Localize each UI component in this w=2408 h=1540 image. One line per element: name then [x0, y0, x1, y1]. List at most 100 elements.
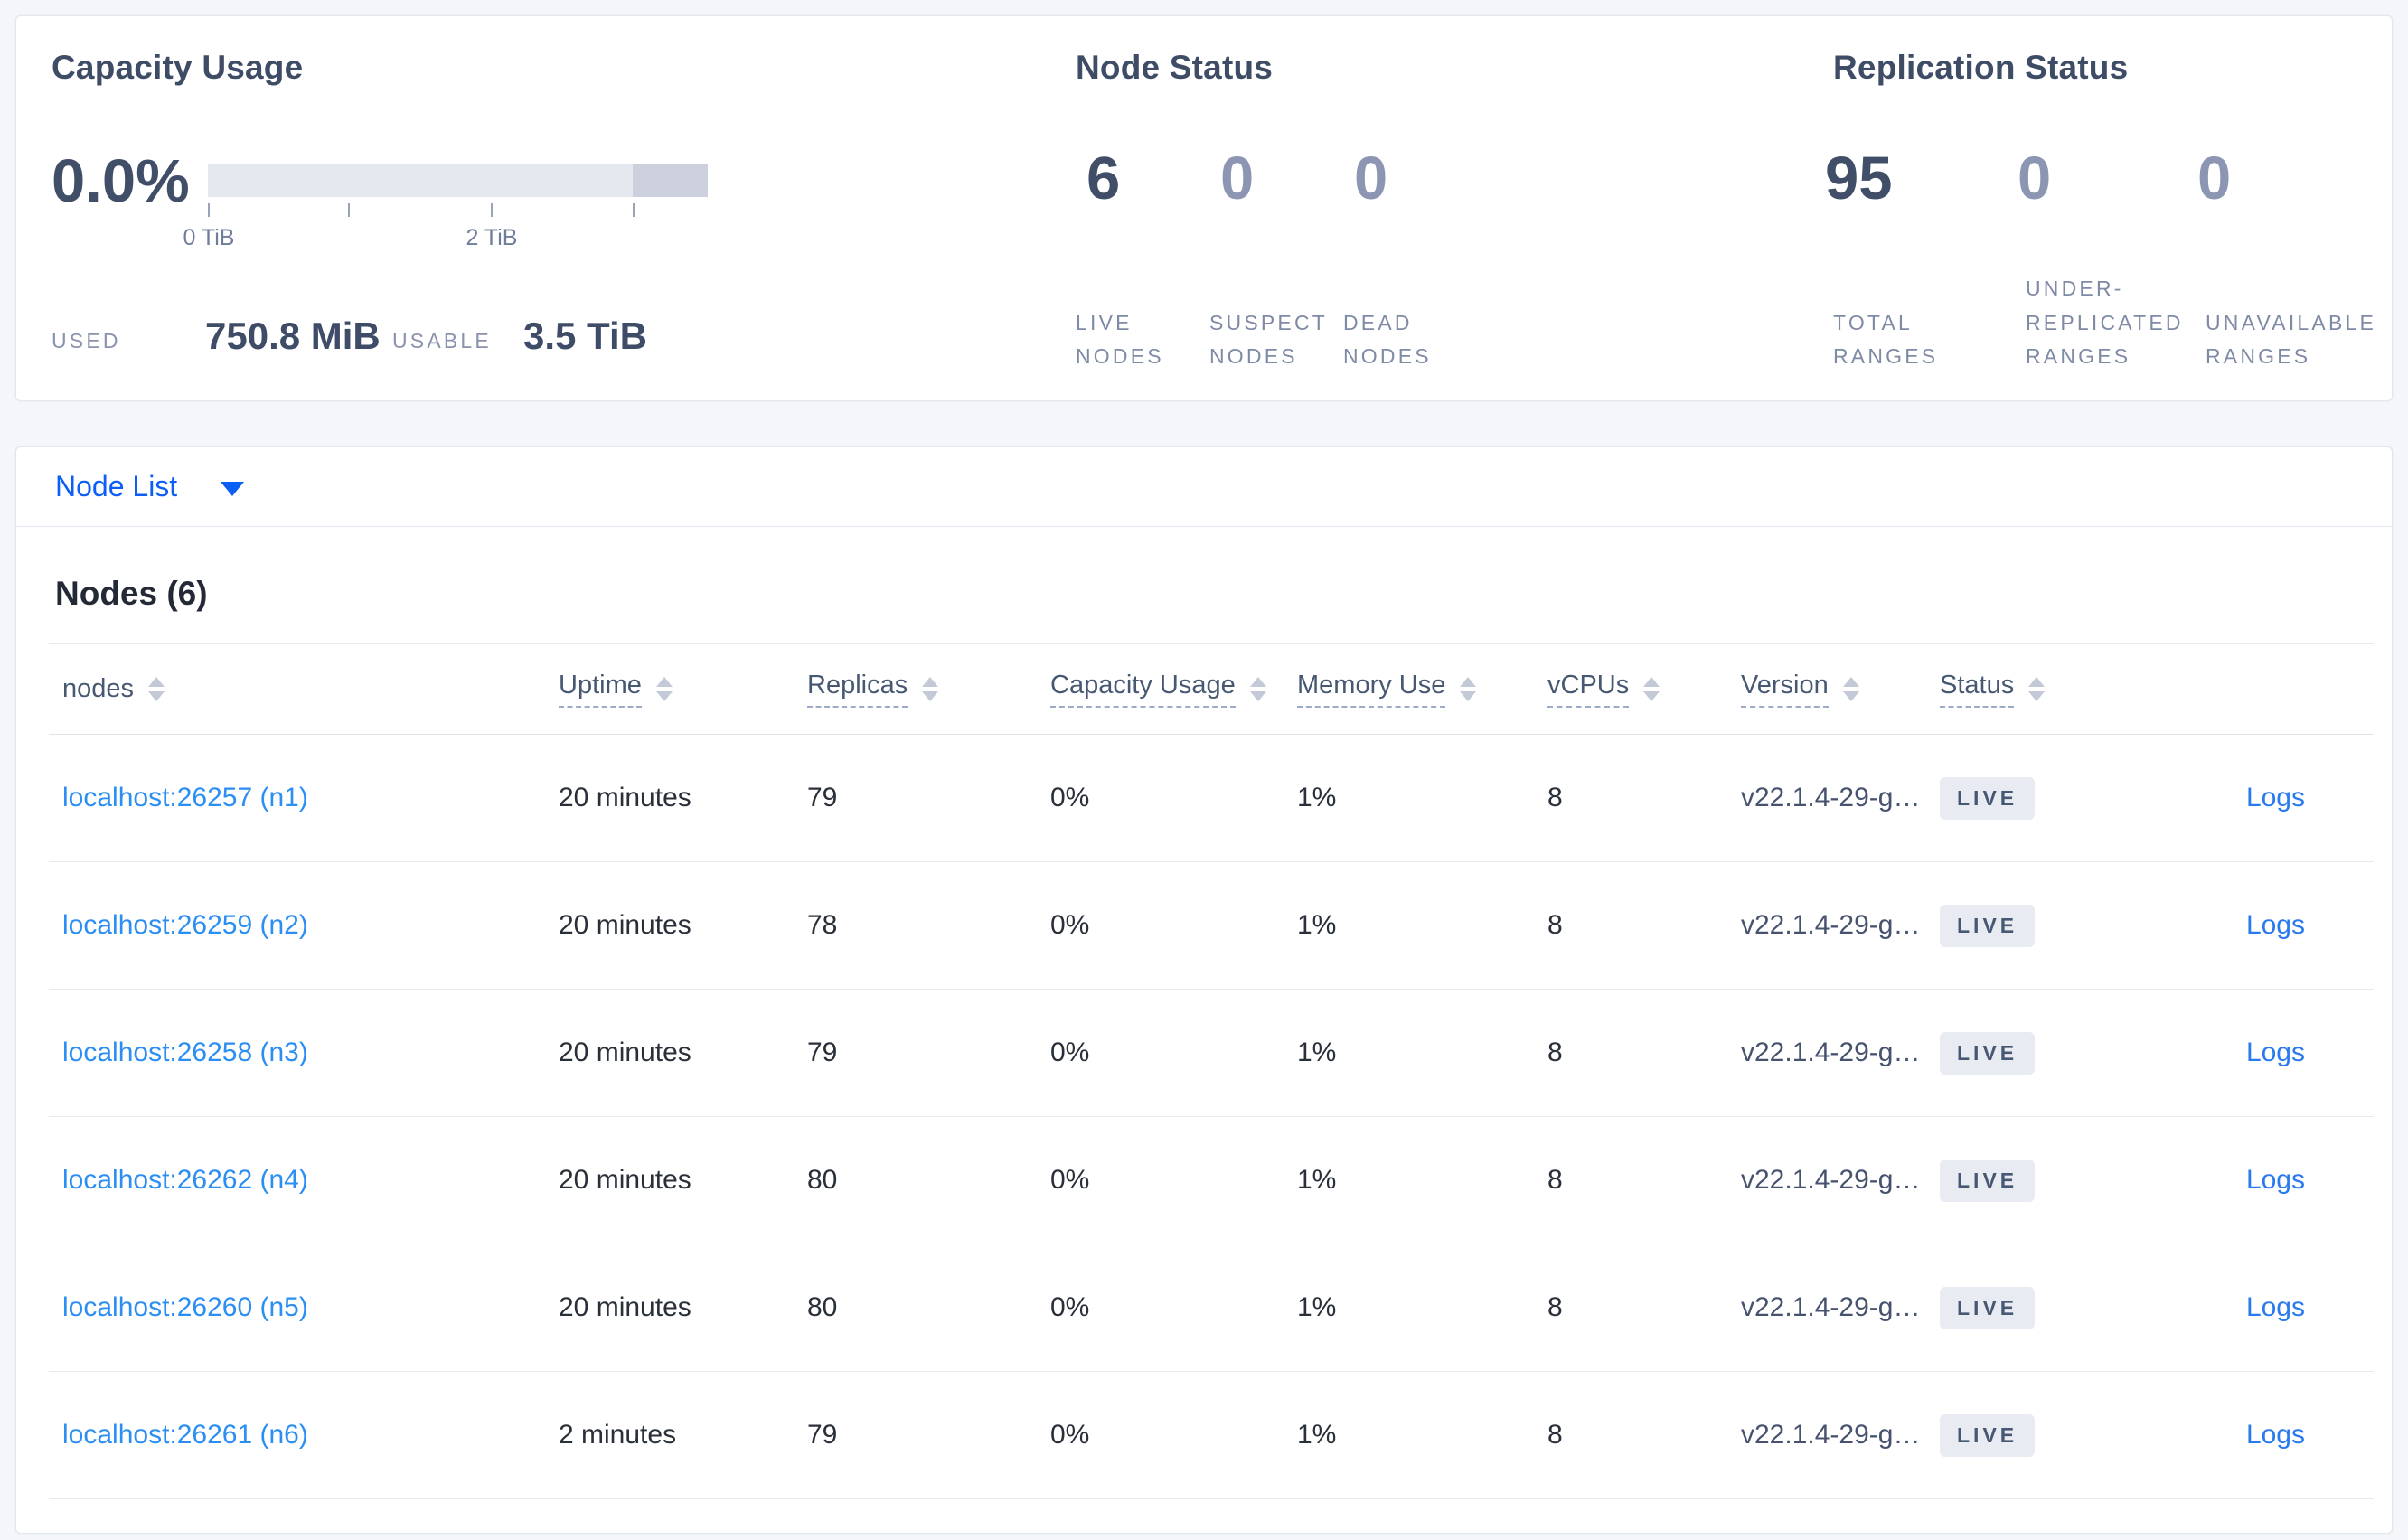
version-cell: v22.1.4-29-g… — [1741, 1420, 1921, 1450]
node-link[interactable]: localhost:26258 (n3) — [62, 1038, 308, 1067]
under-replicated-ranges-label: UNDER- REPLICATED RANGES — [2026, 277, 2184, 368]
uptime-cell: 20 minutes — [559, 1165, 691, 1195]
caret-down-icon — [221, 481, 245, 496]
node-list-dropdown-label: Node List — [55, 470, 178, 502]
capacity-cell: 0% — [1050, 1420, 1090, 1450]
table-row: localhost:26261 (n6) 2 minutes 79 0% 1% … — [49, 1372, 2374, 1499]
version-cell: v22.1.4-29-g… — [1741, 783, 1921, 812]
sort-icon — [1249, 677, 1266, 701]
logs-link[interactable]: Logs — [2246, 1420, 2305, 1450]
vcpus-cell: 8 — [1547, 1420, 1563, 1450]
column-header-capacity-usage[interactable]: Capacity Usage — [1050, 671, 1297, 708]
version-cell: v22.1.4-29-g… — [1741, 1038, 1921, 1067]
column-header-uptime[interactable]: Uptime — [559, 671, 807, 708]
capacity-cell: 0% — [1050, 1038, 1090, 1067]
total-ranges-value: 95 — [1825, 145, 1893, 212]
uptime-cell: 2 minutes — [559, 1420, 677, 1450]
memory-cell: 1% — [1297, 783, 1337, 812]
node-link[interactable]: localhost:26259 (n2) — [62, 910, 308, 940]
memory-cell: 1% — [1297, 1292, 1337, 1322]
sort-icon — [1643, 677, 1660, 701]
replicas-cell: 80 — [807, 1165, 838, 1195]
logs-link[interactable]: Logs — [2246, 910, 2305, 940]
axis-tick — [348, 203, 350, 217]
node-status-title: Node Status — [1076, 49, 1274, 86]
node-list-dropdown[interactable]: Node List — [16, 447, 2392, 527]
column-header-memory-use[interactable]: Memory Use — [1297, 671, 1547, 708]
logs-link[interactable]: Logs — [2246, 1292, 2305, 1322]
column-header-version[interactable]: Version — [1741, 671, 1940, 708]
capacity-bar-reserved-segment — [633, 164, 708, 197]
live-nodes-value: 6 — [1086, 145, 1121, 212]
suspect-nodes-label: SUSPECT NODES — [1209, 310, 1329, 368]
uptime-cell: 20 minutes — [559, 1038, 691, 1067]
nodes-table-section: Nodes (6) nodes Uptime Replicas Capacity… — [16, 527, 2392, 1499]
replicas-cell: 79 — [807, 783, 838, 812]
capacity-used-usable-row: USED 750.8 MiB USABLE 3.5 TiB — [52, 315, 865, 369]
vcpus-cell: 8 — [1547, 783, 1563, 812]
node-link[interactable]: localhost:26257 (n1) — [62, 783, 308, 812]
status-badge: LIVE — [1940, 904, 2036, 947]
logs-link[interactable]: Logs — [2246, 783, 2305, 812]
axis-tick — [633, 203, 635, 217]
uptime-cell: 20 minutes — [559, 783, 691, 812]
cluster-summary-panel: Capacity Usage 0.0% 0 TiB 2 TiB USED 750… — [15, 15, 2393, 401]
status-badge: LIVE — [1940, 1031, 2036, 1075]
usable-label: USABLE — [392, 329, 492, 352]
live-nodes-label: LIVE NODES — [1076, 310, 1164, 368]
capacity-bar-chart: 0 TiB 2 TiB — [183, 164, 708, 250]
column-header-vcpus[interactable]: vCPUs — [1547, 671, 1741, 708]
replicas-cell: 79 — [807, 1420, 838, 1450]
replicas-cell: 78 — [807, 910, 838, 940]
total-ranges-label: TOTAL RANGES — [1833, 310, 1939, 368]
version-cell: v22.1.4-29-g… — [1741, 1165, 1921, 1195]
sort-icon — [2028, 677, 2046, 701]
memory-cell: 1% — [1297, 1420, 1337, 1450]
sort-icon — [655, 677, 673, 701]
capacity-cell: 0% — [1050, 1165, 1090, 1195]
node-link[interactable]: localhost:26262 (n4) — [62, 1165, 308, 1195]
vcpus-cell: 8 — [1547, 1165, 1563, 1195]
status-badge: LIVE — [1940, 1286, 2036, 1329]
capacity-cell: 0% — [1050, 1292, 1090, 1322]
column-header-status[interactable]: Status — [1940, 671, 2148, 708]
status-badge: LIVE — [1940, 776, 2036, 820]
version-cell: v22.1.4-29-g… — [1741, 910, 1921, 940]
nodes-table-title-block: Nodes (6) — [49, 527, 2374, 644]
memory-cell: 1% — [1297, 1038, 1337, 1067]
uptime-cell: 20 minutes — [559, 1292, 691, 1322]
capacity-cell: 0% — [1050, 910, 1090, 940]
suspect-nodes-value: 0 — [1220, 145, 1255, 212]
status-badge: LIVE — [1940, 1159, 2036, 1202]
usable-value: 3.5 TiB — [523, 315, 647, 357]
column-header-replicas[interactable]: Replicas — [807, 671, 1050, 708]
capacity-cell: 0% — [1050, 783, 1090, 812]
dead-nodes-value: 0 — [1354, 145, 1388, 212]
replicas-cell: 80 — [807, 1292, 838, 1322]
table-row: localhost:26258 (n3) 20 minutes 79 0% 1%… — [49, 990, 2374, 1117]
table-row: localhost:26262 (n4) 20 minutes 80 0% 1%… — [49, 1117, 2374, 1244]
sort-icon — [1842, 677, 1859, 701]
used-label: USED — [52, 329, 121, 352]
node-link[interactable]: localhost:26261 (n6) — [62, 1420, 308, 1450]
logs-link[interactable]: Logs — [2246, 1038, 2305, 1067]
nodes-table-title: Nodes (6) — [55, 574, 208, 612]
replicas-cell: 79 — [807, 1038, 838, 1067]
under-replicated-ranges-value: 0 — [2018, 145, 2052, 212]
node-status-section: Node Status 6 0 0 LIVE NODES SUSPECT NOD… — [1076, 16, 1582, 400]
axis-tick — [491, 203, 493, 217]
node-link[interactable]: localhost:26260 (n5) — [62, 1292, 308, 1322]
axis-tick — [208, 203, 210, 217]
dead-nodes-label: DEAD NODES — [1343, 310, 1432, 368]
column-header-nodes[interactable]: nodes — [49, 674, 559, 704]
uptime-cell: 20 minutes — [559, 910, 691, 940]
sort-icon — [1460, 677, 1477, 701]
table-row: localhost:26260 (n5) 20 minutes 80 0% 1%… — [49, 1244, 2374, 1372]
logs-link[interactable]: Logs — [2246, 1165, 2305, 1195]
capacity-usage-title: Capacity Usage — [52, 49, 304, 86]
table-header-row: nodes Uptime Replicas Capacity Usage Mem… — [49, 644, 2374, 735]
memory-cell: 1% — [1297, 1165, 1337, 1195]
replication-status-title: Replication Status — [1833, 49, 2129, 86]
sort-icon — [148, 677, 165, 701]
table-row: localhost:26259 (n2) 20 minutes 78 0% 1%… — [49, 862, 2374, 990]
